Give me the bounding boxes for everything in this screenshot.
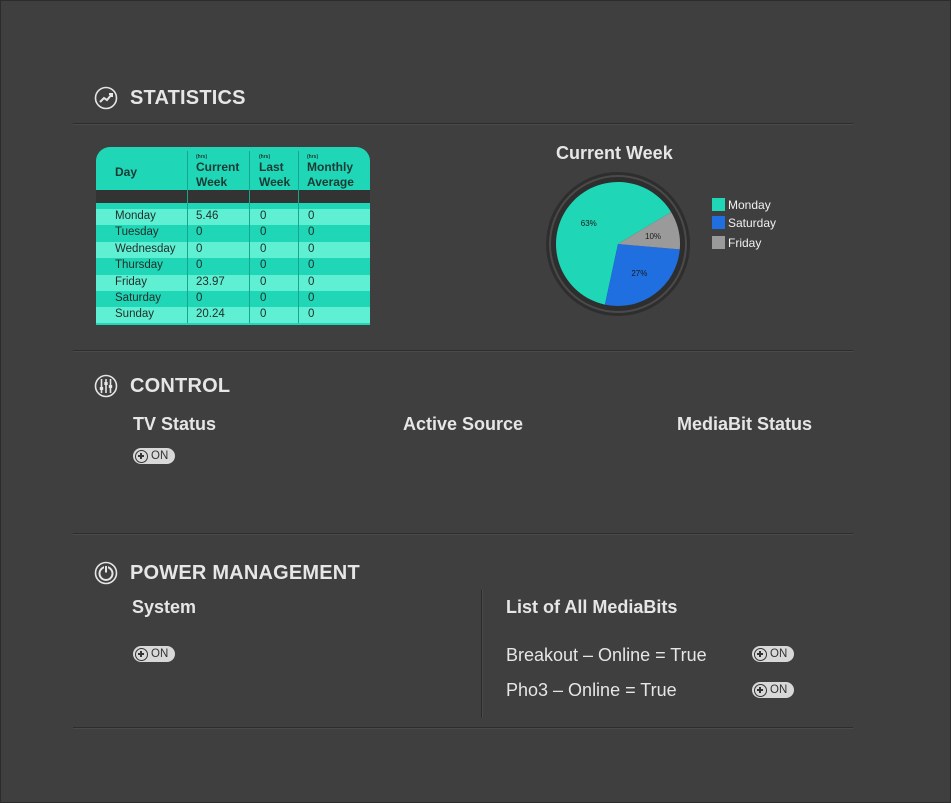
table-cell: 0: [196, 226, 203, 239]
legend-item: Saturday: [712, 214, 776, 231]
power-plus-icon: [754, 647, 767, 661]
table-cell: 0: [260, 259, 267, 272]
legend-item: Friday: [712, 234, 776, 251]
legend-swatch: [712, 198, 725, 211]
power-header: POWER MANAGEMENT: [94, 561, 360, 585]
power-plus-icon: [135, 449, 148, 463]
legend-swatch: [712, 236, 725, 249]
power-icon: [94, 561, 118, 585]
statistics-table: Day (hrs) Current Week (hrs) Last Week (hr…: [96, 147, 370, 325]
table-cell: 0: [196, 292, 203, 304]
table-cell: Saturday: [115, 292, 162, 304]
table-cell: 0: [308, 226, 315, 239]
table-cell: Thursday: [115, 259, 163, 272]
table-cell: 0: [308, 242, 315, 255]
chart-legend: Monday Saturday Friday: [712, 196, 776, 252]
table-row: Friday 23.97 0 0: [96, 274, 370, 291]
pie-data-label: 63%: [581, 219, 597, 228]
table-cell: 0: [308, 275, 315, 288]
statistics-title: STATISTICS: [130, 86, 246, 109]
table-cell: 0: [308, 292, 315, 304]
legend-item: Monday: [712, 196, 776, 213]
control-header: CONTROL: [94, 374, 230, 398]
tv-status-label: TV Status: [133, 414, 217, 434]
divider: [73, 350, 853, 352]
table-cell: Friday: [115, 275, 147, 288]
table-row: Sunday 20.24 0 0: [96, 307, 370, 324]
legend-label: Friday: [728, 235, 762, 250]
pie-data-label: 10%: [645, 232, 661, 241]
app-frame: [0, 0, 951, 803]
statistics-header: STATISTICS: [94, 86, 246, 110]
mediabit-item: Breakout – Online = True: [506, 645, 707, 665]
table-cell: 0: [260, 226, 267, 239]
power-plus-icon: [135, 647, 148, 661]
system-label: System: [132, 597, 197, 617]
system-power-toggle[interactable]: ON: [133, 646, 175, 662]
mediabit-item: Pho3 – Online = True: [506, 680, 677, 700]
table-cell: 0: [260, 275, 267, 288]
toggle-label: ON: [770, 684, 788, 696]
table-cell: Tuesday: [115, 226, 159, 239]
table-cell: 0: [308, 210, 315, 222]
table-cell: 0: [260, 242, 267, 255]
table-cell: 0: [260, 210, 267, 222]
table-cell: 20.24: [196, 308, 225, 321]
table-separator: [96, 190, 370, 203]
table-cell: 0: [196, 259, 203, 272]
table-cell: 0: [260, 292, 267, 304]
table-row: Tuesday 0 0 0: [96, 225, 370, 241]
control-title: CONTROL: [130, 374, 231, 397]
table-cell: 5.46: [196, 210, 219, 222]
divider: [73, 123, 853, 125]
mediabit-status-label: MediaBit Status: [677, 414, 813, 434]
toggle-label: ON: [151, 648, 169, 660]
table-cell: 0: [308, 308, 315, 321]
divider: [73, 727, 853, 729]
table-cell: 0: [260, 308, 267, 321]
divider: [73, 533, 853, 535]
column-divider: [249, 151, 250, 323]
chart-title: Current Week: [556, 143, 673, 163]
power-plus-icon: [754, 683, 767, 697]
pie-data-label: 27%: [631, 269, 647, 278]
table-cell: 0: [308, 259, 315, 272]
legend-label: Saturday: [728, 215, 777, 230]
column-divider: [298, 151, 299, 323]
active-source-label: Active Source: [403, 414, 524, 434]
column-divider: [187, 151, 188, 323]
table-row: Monday 5.46 0 0: [96, 209, 370, 225]
table-row: Thursday 0 0 0: [96, 258, 370, 274]
toggle-label: ON: [770, 648, 788, 660]
statistics-icon: [94, 86, 118, 110]
mediabits-list-title: List of All MediaBits: [506, 597, 678, 617]
table-row: Saturday 0 0 0: [96, 291, 370, 307]
pie-chart: 63% 27% 10%: [546, 172, 690, 316]
mediabit-power-toggle[interactable]: ON: [752, 646, 794, 662]
table-cell: 23.97: [196, 275, 225, 288]
sliders-icon: [94, 374, 118, 398]
table-cell: 0: [196, 242, 203, 255]
legend-swatch: [712, 216, 725, 229]
table-cell: Wednesday: [115, 242, 176, 255]
column-divider: [481, 590, 483, 718]
mediabit-power-toggle[interactable]: ON: [752, 682, 794, 698]
legend-label: Monday: [728, 197, 771, 212]
power-title: POWER MANAGEMENT: [130, 561, 360, 584]
tv-power-toggle[interactable]: ON: [133, 448, 175, 464]
table-cell: Sunday: [115, 308, 155, 321]
table-cell: Monday: [115, 210, 156, 222]
table-row: Wednesday 0 0 0: [96, 241, 370, 258]
toggle-label: ON: [151, 450, 169, 462]
